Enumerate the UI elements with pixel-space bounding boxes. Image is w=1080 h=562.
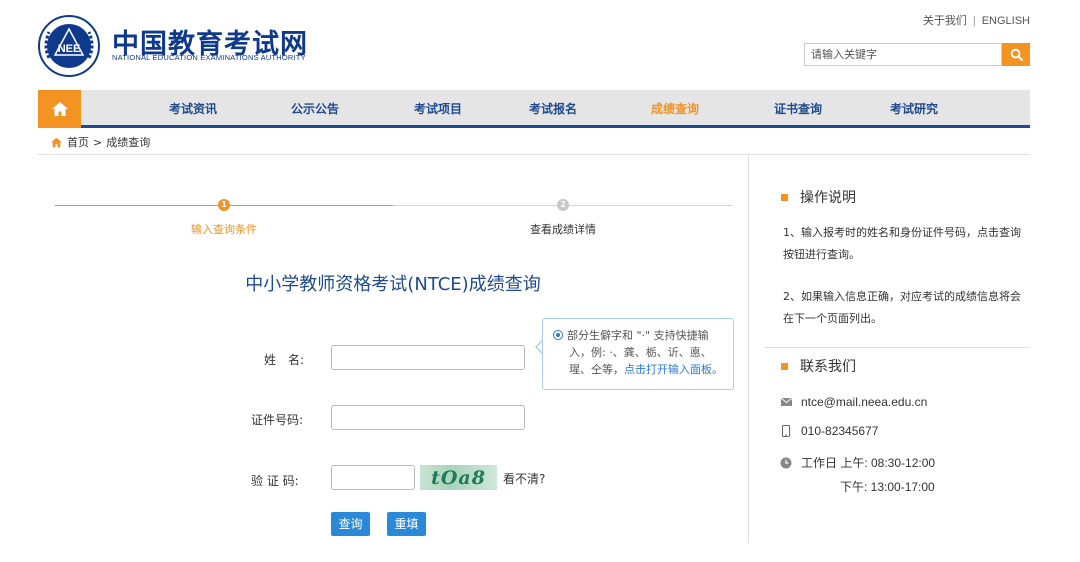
divider xyxy=(765,347,1030,348)
step-2-badge: 2 xyxy=(557,199,569,211)
step-1-badge: 1 xyxy=(218,199,230,211)
contact-hours-morning: 工作日 上午: 08:30-12:00 xyxy=(801,456,936,470)
search-icon xyxy=(1010,48,1023,61)
clock-icon xyxy=(780,457,792,468)
contact-title: 联系我们 xyxy=(800,359,856,375)
breadcrumb-separator: > xyxy=(93,135,103,149)
contact-heading: 联系我们 xyxy=(781,356,856,376)
contact-hours-afternoon: 下午: 13:00-17:00 xyxy=(840,480,935,494)
site-header: NEE 中国教育考试网 NATIONAL EDUCATION EXAMINATI… xyxy=(0,0,1080,88)
nee-emblem-icon[interactable]: NEE xyxy=(37,14,101,78)
nav-home-button[interactable] xyxy=(38,90,81,128)
home-icon xyxy=(51,102,68,116)
search-input[interactable] xyxy=(805,44,1001,65)
nav-item-exam-news[interactable]: 考试资讯 xyxy=(169,90,217,128)
instruction-1: 1、输入报考时的姓名和身份证件号码，点击查询按钮进行查询。 xyxy=(783,226,1021,261)
about-us-link[interactable]: 关于我们 xyxy=(923,15,967,27)
english-link[interactable]: ENGLISH xyxy=(982,15,1030,27)
info-radio-icon xyxy=(553,330,563,340)
captcha-label: 验 证 码: xyxy=(251,474,299,488)
instruction-2: 2、如果输入信息正确，对应考试的成绩信息将会在下一个页面列出。 xyxy=(783,290,1021,325)
nav-item-exam-research[interactable]: 考试研究 xyxy=(890,90,938,128)
contact-phone: 010-82345677 xyxy=(801,424,879,438)
top-links: 关于我们 | ENGLISH xyxy=(922,15,1030,27)
search-button[interactable] xyxy=(1002,43,1030,66)
id-number-input[interactable] xyxy=(331,405,525,430)
breadcrumb: 首页 > 成绩查询 xyxy=(50,134,150,150)
refresh-captcha-link[interactable]: 看不清? xyxy=(503,470,545,487)
bullet-square-icon xyxy=(781,193,788,201)
nav-item-announcements[interactable]: 公示公告 xyxy=(291,90,339,128)
nav-item-score-query[interactable]: 成绩查询 xyxy=(651,90,699,128)
open-input-panel-link[interactable]: 点击打开输入面板。 xyxy=(624,363,723,376)
instructions-heading: 操作说明 xyxy=(781,187,856,207)
home-icon xyxy=(51,137,62,147)
form-title: 中小学教师资格考试(NTCE)成绩查询 xyxy=(245,274,541,295)
emblem-text: NEE xyxy=(58,43,81,55)
search-box xyxy=(804,43,1002,66)
name-label: 姓 名: xyxy=(264,353,305,367)
tip-line-2: 入，例: ·、龚、栃、䜣、悳、 xyxy=(569,346,712,359)
breadcrumb-home[interactable]: 首页 xyxy=(67,134,89,150)
instructions-title: 操作说明 xyxy=(800,190,856,206)
breadcrumb-current[interactable]: 成绩查询 xyxy=(106,134,150,150)
nav-item-exam-registration[interactable]: 考试报名 xyxy=(529,90,577,128)
contact-email-row: ntce@mail.neea.edu.cn xyxy=(779,395,927,409)
tip-line-1: 部分生僻字和 "·" 支持快捷输 xyxy=(567,329,709,342)
contact-email[interactable]: ntce@mail.neea.edu.cn xyxy=(801,395,927,409)
step-2-label: 查看成绩详情 xyxy=(530,223,596,236)
tip-line-3: 瑆、仝等， xyxy=(569,363,624,376)
phone-icon xyxy=(782,425,790,437)
contact-hours-afternoon-row: 下午: 13:00-17:00 xyxy=(840,478,935,495)
query-button[interactable]: 查询 xyxy=(331,512,370,536)
divider xyxy=(38,154,1030,155)
main-nav: 考试资讯 公示公告 考试项目 考试报名 成绩查询 证书查询 考试研究 xyxy=(38,90,1030,128)
captcha-input[interactable] xyxy=(331,465,415,490)
mail-icon xyxy=(780,398,792,406)
step-1-label: 输入查询条件 xyxy=(191,223,257,236)
bullet-square-icon xyxy=(781,362,788,370)
contact-hours-row: 工作日 上午: 08:30-12:00 xyxy=(779,454,935,471)
site-name-en: NATIONAL EDUCATION EXAMINATIONS AUTHORIT… xyxy=(112,53,306,62)
column-divider xyxy=(748,155,749,543)
contact-phone-row: 010-82345677 xyxy=(779,424,878,438)
id-number-label: 证件号码: xyxy=(251,413,304,427)
input-tip-box: 部分生僻字和 "·" 支持快捷输 入，例: ·、龚、栃、䜣、悳、 瑆、仝等，点击… xyxy=(542,318,734,390)
nav-item-exam-projects[interactable]: 考试项目 xyxy=(414,90,462,128)
captcha-image[interactable]: tOa8 xyxy=(420,465,497,490)
nav-item-certificate-query[interactable]: 证书查询 xyxy=(774,90,822,128)
name-input[interactable] xyxy=(331,345,525,370)
reset-button[interactable]: 重填 xyxy=(387,512,426,536)
